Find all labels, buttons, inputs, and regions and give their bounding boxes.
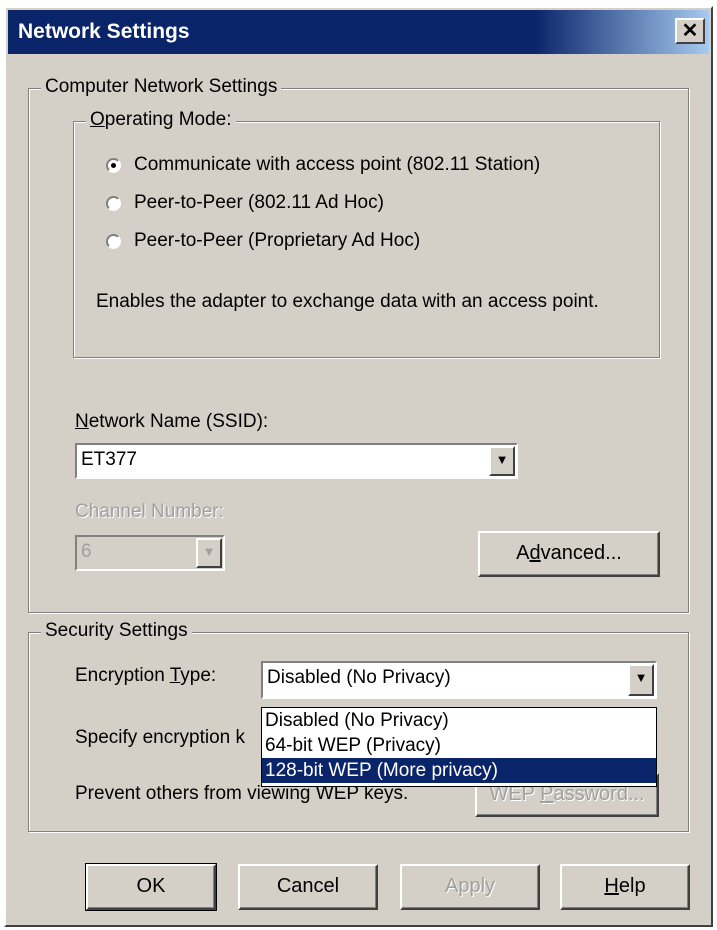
radio-selected-dot — [111, 163, 116, 168]
cancel-button[interactable]: Cancel — [238, 864, 378, 910]
radio-proprietary-adhoc[interactable] — [106, 234, 121, 249]
chevron-down-icon[interactable]: ▼ — [489, 446, 515, 476]
specify-key-label: Specify encryption k — [75, 727, 246, 748]
advanced-button[interactable]: Advanced... — [478, 531, 660, 577]
encryption-type-label: Encryption Type: — [75, 665, 217, 686]
ok-button[interactable]: OK — [85, 863, 217, 911]
radio-label-station[interactable]: Communicate with access point (802.11 St… — [134, 154, 540, 176]
radio-label-proprietary-adhoc[interactable]: Peer-to-Peer (Proprietary Ad Hoc) — [134, 230, 420, 252]
radio-adhoc[interactable] — [106, 196, 121, 211]
encryption-type-value: Disabled (No Privacy) — [267, 667, 451, 688]
computer-network-settings-group: Computer Network Settings Operating Mode… — [28, 76, 689, 613]
close-icon: ✕ — [681, 20, 699, 42]
ssid-combobox[interactable]: ET377 ▼ — [75, 443, 518, 479]
security-settings-legend: Security Settings — [41, 620, 192, 642]
window-title: Network Settings — [18, 20, 190, 43]
encryption-type-dropdown-list[interactable]: Disabled (No Privacy) 64-bit WEP (Privac… — [261, 707, 657, 787]
network-settings-dialog: Network Settings ✕ Computer Network Sett… — [4, 6, 713, 927]
dropdown-option-highlighted[interactable]: 128-bit WEP (More privacy) — [262, 758, 656, 783]
dropdown-option[interactable]: Disabled (No Privacy) — [262, 708, 656, 733]
operating-mode-group: Operating Mode: Communicate with access … — [73, 109, 660, 358]
dropdown-option[interactable]: 64-bit WEP (Privacy) — [262, 733, 656, 758]
help-button[interactable]: Help — [560, 864, 690, 910]
computer-network-settings-legend: Computer Network Settings — [41, 76, 282, 98]
channel-value: 6 — [81, 541, 92, 562]
channel-label: Channel Number: — [75, 501, 224, 522]
apply-button[interactable]: Apply — [400, 864, 540, 910]
channel-combobox[interactable]: 6 ▼ — [75, 535, 225, 571]
ssid-label: Network Name (SSID): — [75, 411, 269, 432]
security-settings-group: Security Settings Encryption Type: Disab… — [28, 620, 689, 832]
encryption-type-combobox[interactable]: Disabled (No Privacy) ▼ — [261, 661, 657, 699]
close-button[interactable]: ✕ — [675, 18, 705, 44]
ssid-value: ET377 — [81, 449, 137, 470]
title-bar[interactable]: Network Settings ✕ — [8, 10, 709, 54]
chevron-down-icon[interactable]: ▼ — [196, 538, 222, 568]
radio-label-adhoc[interactable]: Peer-to-Peer (802.11 Ad Hoc) — [134, 192, 384, 214]
radio-station[interactable] — [106, 158, 121, 173]
mode-description: Enables the adapter to exchange data wit… — [96, 291, 599, 312]
chevron-down-icon[interactable]: ▼ — [628, 664, 654, 696]
operating-mode-legend: Operating Mode: — [86, 109, 236, 131]
